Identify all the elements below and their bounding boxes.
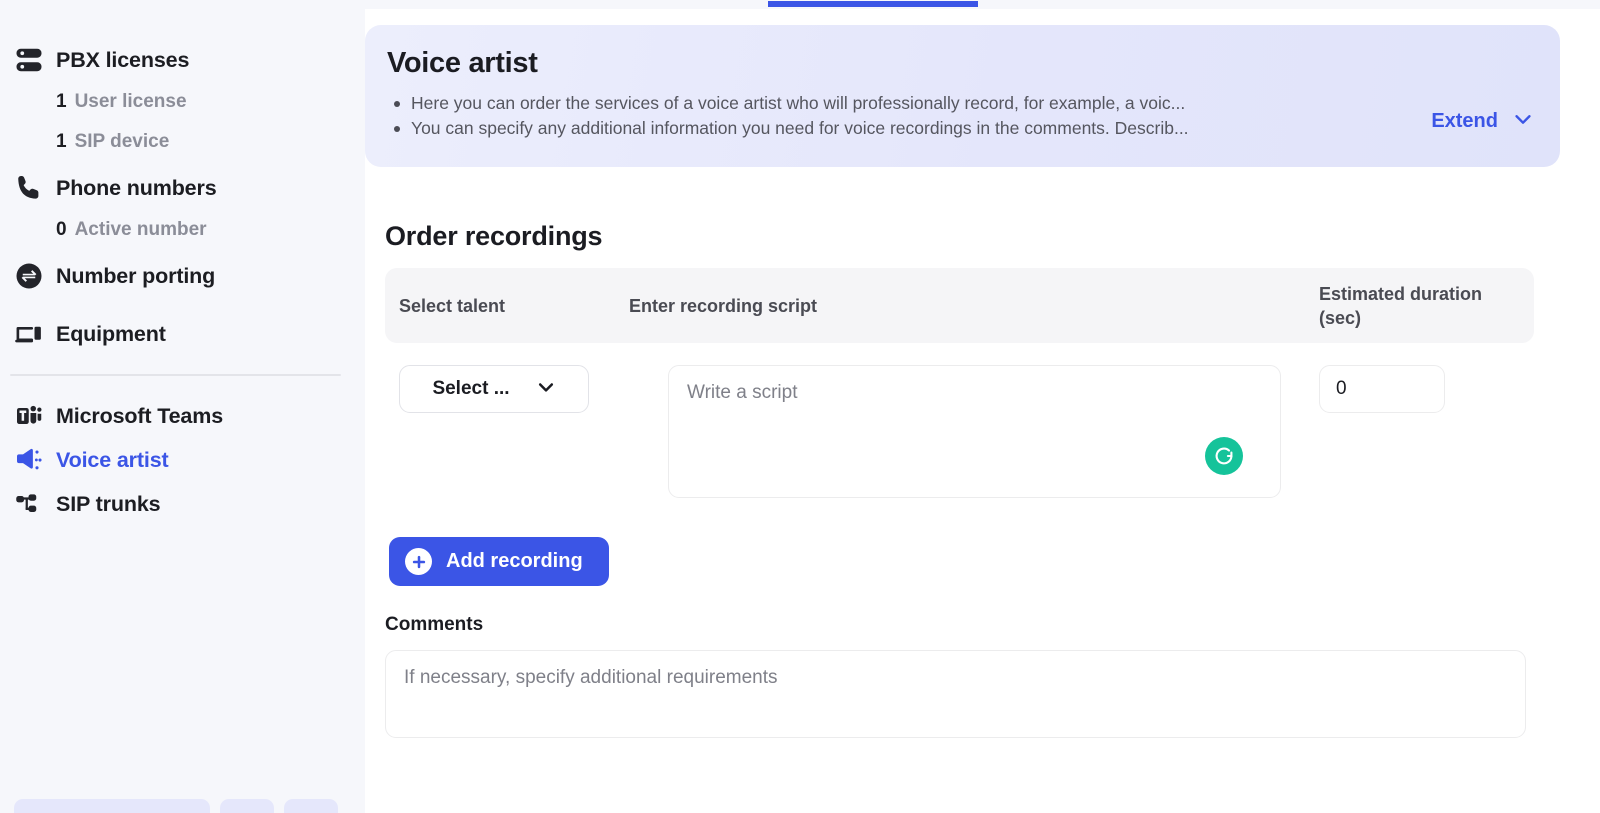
script-cell [668, 365, 1281, 503]
page-title: Voice artist [387, 47, 538, 79]
sidebar-item-label: Equipment [56, 321, 166, 346]
sidebar-item-sip-trunks[interactable]: SIP trunks [0, 482, 365, 526]
sidebar-item-microsoft-teams[interactable]: Microsoft Teams [0, 394, 365, 438]
sidebar-item-pbx-licenses[interactable]: PBX licenses [0, 38, 365, 82]
sidebar-item-label: SIP trunks [56, 491, 161, 516]
extend-label: Extend [1431, 110, 1498, 132]
sidebar-item-label: Number porting [56, 263, 216, 288]
sidebar-item-label: Microsoft Teams [56, 403, 223, 428]
column-header-enter-script: Enter recording script [629, 295, 818, 316]
sidebar-item-equipment[interactable]: Equipment [0, 312, 365, 356]
megaphone-icon [14, 445, 56, 475]
sidebar-item-phone-numbers[interactable]: Phone numbers [0, 166, 365, 210]
banner-body: Voice artist Here you can order the serv… [387, 47, 1419, 141]
sidebar-divider [10, 374, 341, 376]
comments-input[interactable] [385, 650, 1526, 738]
sidebar-item-voice-artist[interactable]: Voice artist [0, 438, 365, 482]
voice-artist-banner: Voice artist Here you can order the serv… [365, 25, 1560, 167]
column-header-estimated-duration: Estimated duration (sec) [1319, 282, 1534, 330]
card-title: Order recordings [385, 221, 603, 251]
talent-cell: Select ... [399, 365, 629, 413]
banner-bullet-list: Here you can order the services of a voi… [387, 91, 1419, 141]
sidebar-bottom-widget [14, 799, 338, 813]
table-header-row: Select talent Enter recording script Est… [385, 268, 1534, 343]
user-license-count: 1 [56, 91, 67, 112]
duration-header-line2: (sec) [1319, 307, 1362, 328]
grammarly-icon[interactable] [1205, 437, 1243, 475]
main-content: Voice artist Here you can order the serv… [365, 0, 1600, 813]
extend-button[interactable]: Extend [1431, 108, 1534, 135]
active-tab-indicator [768, 1, 978, 7]
microsoft-teams-icon [14, 401, 56, 431]
column-header-select-talent: Select talent [399, 295, 506, 316]
duration-input[interactable] [1319, 365, 1445, 413]
phone-icon [14, 173, 56, 203]
plus-circle-icon [405, 548, 432, 575]
bottom-pill-tertiary [284, 799, 338, 813]
add-recording-button[interactable]: Add recording [389, 537, 609, 586]
sidebar-item-label: Voice artist [56, 447, 169, 472]
chevron-down-icon [1512, 108, 1534, 135]
duration-header-line1: Estimated duration [1319, 283, 1483, 304]
banner-bullet: You can specify any additional informati… [387, 116, 1419, 141]
add-recording-label: Add recording [446, 550, 583, 572]
comments-label: Comments [385, 614, 484, 635]
duration-cell [1319, 365, 1534, 413]
bottom-pill-secondary [220, 799, 274, 813]
banner-bullet: Here you can order the services of a voi… [387, 91, 1419, 116]
bottom-pill-primary [14, 799, 210, 813]
sidebar-item-label: Phone numbers [56, 175, 217, 200]
sidebar-subitem-user-license[interactable]: 1 User license [0, 82, 365, 122]
sidebar: PBX licenses 1 User license 1 SIP device… [0, 0, 365, 813]
recording-row: Select ... [385, 343, 1534, 503]
chevron-down-icon [536, 377, 556, 402]
sip-device-count: 1 [56, 131, 67, 152]
order-recordings-card: Order recordings Select talent Enter rec… [365, 193, 1560, 738]
script-input[interactable] [668, 365, 1281, 498]
sidebar-item-label: PBX licenses [56, 47, 190, 72]
sip-device-label: SIP device [74, 131, 170, 152]
user-license-label: User license [74, 91, 187, 112]
sidebar-subitem-active-number[interactable]: 0 Active number [0, 210, 365, 250]
sidebar-item-number-porting[interactable]: Number porting [0, 254, 365, 298]
active-number-count: 0 [56, 219, 67, 240]
app-root: PBX licenses 1 User license 1 SIP device… [0, 0, 1600, 813]
active-number-label: Active number [74, 219, 207, 240]
tab-strip [0, 0, 1600, 9]
transfer-arrows-icon [14, 261, 56, 291]
sidebar-subitem-sip-device[interactable]: 1 SIP device [0, 122, 365, 162]
devices-icon [14, 319, 56, 349]
server-icon [14, 45, 56, 75]
talent-select-value: Select ... [432, 378, 510, 399]
talent-select[interactable]: Select ... [399, 365, 589, 413]
network-nodes-icon [14, 489, 56, 519]
